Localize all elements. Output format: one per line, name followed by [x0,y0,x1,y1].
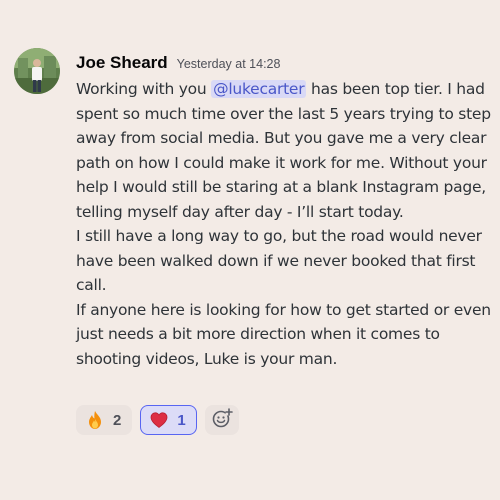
paragraph-text: has been top tier. I had spent so much t… [76,80,491,221]
author-name[interactable]: Joe Sheard [76,53,168,73]
reaction-count: 2 [113,411,122,429]
user-mention[interactable]: @lukecarter [211,80,307,98]
message-content: Working with you @lukecarter has been to… [76,77,492,371]
timestamp: Yesterday at 14:28 [176,57,281,71]
chat-message: Joe Sheard Yesterday at 14:28 Working wi… [0,0,500,500]
message-paragraph: If anyone here is looking for how to get… [76,300,491,368]
message-paragraph: Working with you @lukecarter has been to… [76,77,492,224]
paragraph-text: Working with you [76,80,212,98]
heart-icon [149,410,169,430]
fire-icon [85,410,105,430]
reaction-fire[interactable]: 2 [76,405,133,435]
add-reaction-button[interactable] [204,405,239,435]
message-header: Joe Sheard Yesterday at 14:28 [76,53,280,77]
reactions-bar: 2 1 [76,405,239,435]
avatar[interactable] [14,48,60,94]
message-paragraph: I still have a long way to go, but the r… [76,227,482,294]
avatar-image [14,48,60,94]
reaction-heart[interactable]: 1 [140,405,197,435]
reaction-count: 1 [177,411,186,429]
smile-plus-icon [211,407,233,434]
